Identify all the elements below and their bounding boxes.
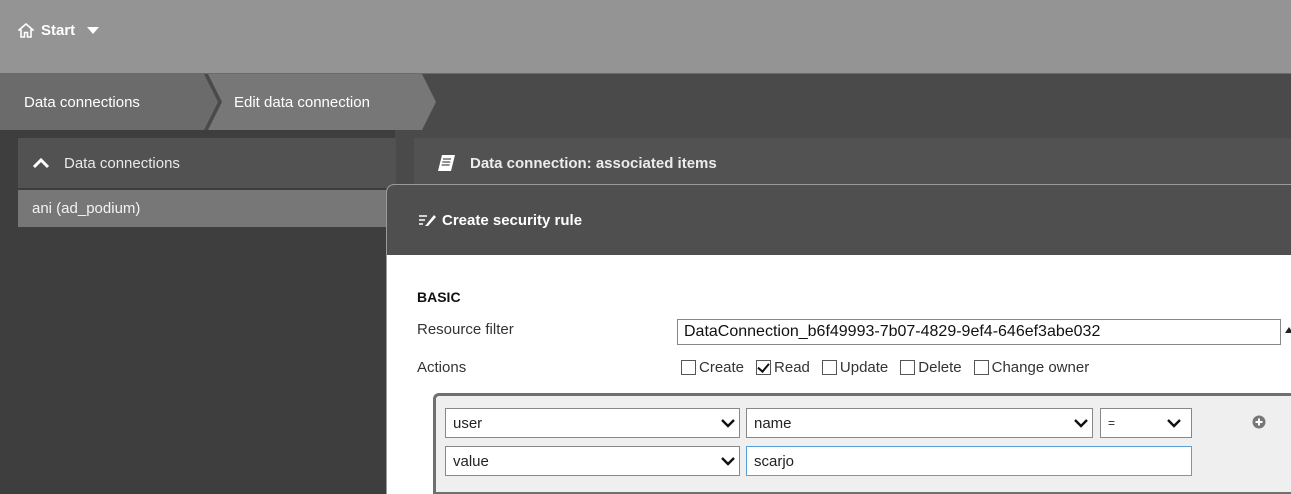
associated-items-title: Data connection: associated items (470, 154, 717, 172)
document-scroll-icon (438, 155, 455, 171)
breadcrumb: Data connections Edit data connection (0, 73, 1291, 130)
condition-resource-select[interactable]: user (445, 408, 740, 438)
chevron-down-icon (1167, 419, 1181, 428)
update-label: Update (839, 359, 889, 376)
list-item[interactable]: ani (ad_podium) (18, 190, 395, 227)
data-connections-section-header[interactable]: Data connections (18, 138, 396, 188)
create-label: Create (699, 359, 745, 376)
actions-checkboxes: Create Read Update Delete Change owner (681, 359, 1101, 376)
chevron-down-icon (721, 457, 735, 466)
resource-filter-label: Resource filter (417, 321, 514, 338)
action-create[interactable]: Create (681, 359, 744, 376)
start-menu-button[interactable]: Start (18, 22, 106, 39)
condition-builder: user name = value scarjo (433, 393, 1291, 494)
create-checkbox[interactable] (681, 360, 696, 375)
resource-select-value: user (453, 414, 483, 432)
breadcrumb-item-edit-data-connection[interactable]: Edit data connection (208, 74, 434, 130)
action-update[interactable]: Update (821, 359, 889, 376)
section-title-basic: BASIC (417, 289, 461, 305)
condition-value-input[interactable]: scarjo (746, 446, 1192, 476)
home-icon (18, 23, 34, 38)
caret-down-icon (87, 26, 100, 34)
property-select-value: name (754, 414, 792, 432)
action-read[interactable]: Read (756, 359, 810, 376)
condition-property-select[interactable]: name (746, 408, 1093, 438)
change-owner-label: Change owner (991, 359, 1090, 376)
resource-filter-input[interactable]: DataConnection_b6f49993-7b07-4829-9ef4-6… (677, 319, 1281, 345)
chevron-up-icon (32, 157, 50, 169)
rule-list-edit-icon (419, 215, 436, 226)
update-checkbox[interactable] (821, 360, 837, 375)
value-type-select-value: value (453, 452, 489, 470)
create-security-rule-dialog: Create security rule BASIC Resource filt… (386, 184, 1291, 494)
action-change-owner[interactable]: Change owner (973, 359, 1090, 376)
actions-label: Actions (417, 359, 467, 376)
action-delete[interactable]: Delete (900, 359, 962, 376)
top-navigation-bar: Start (0, 0, 1291, 73)
delete-checkbox[interactable] (900, 360, 916, 375)
condition-value-type-select[interactable]: value (445, 446, 740, 476)
read-label: Read (774, 359, 810, 376)
breadcrumb-item-data-connections[interactable]: Data connections (0, 74, 214, 130)
left-panel: Data connections ani (ad_podium) (0, 130, 396, 494)
chevron-down-icon (1074, 419, 1088, 428)
associated-items-header: Data connection: associated items (414, 138, 1291, 188)
add-circle-icon[interactable] (1252, 415, 1266, 429)
section-header-label: Data connections (64, 154, 180, 172)
delete-label: Delete (918, 359, 962, 376)
dialog-header: Create security rule (387, 185, 1291, 255)
chevron-down-icon (721, 419, 735, 428)
dialog-title: Create security rule (442, 211, 583, 229)
read-checkbox[interactable] (756, 360, 772, 375)
scroll-up-arrow[interactable] (1285, 327, 1291, 333)
change-owner-checkbox[interactable] (973, 360, 989, 375)
condition-operator-select[interactable]: = (1100, 408, 1192, 438)
operator-select-value: = (1108, 416, 1116, 430)
start-label: Start (41, 22, 76, 39)
